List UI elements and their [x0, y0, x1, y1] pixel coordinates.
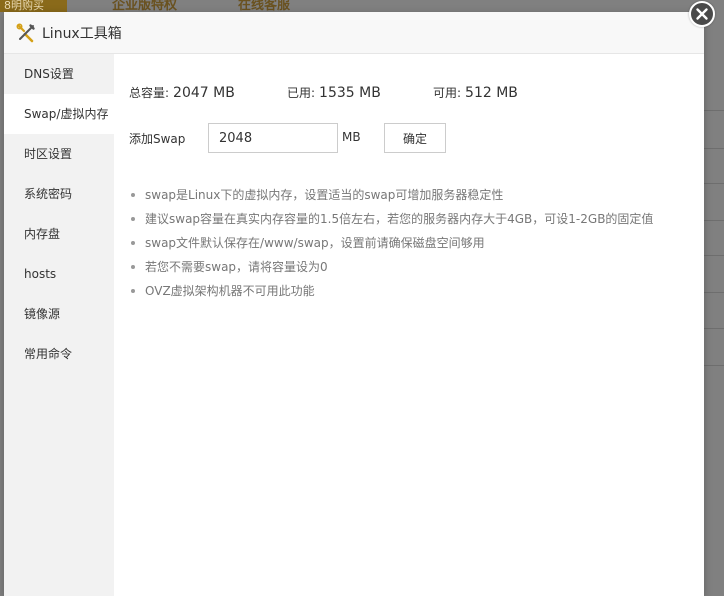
bullet-icon [131, 217, 135, 221]
dialog-header: Linux工具箱 [4, 12, 704, 54]
tip-text: swap文件默认保存在/www/swap，设置前请确保磁盘空间够用 [145, 236, 485, 250]
sidebar-item-hosts[interactable]: hosts [4, 254, 114, 294]
swap-size-input[interactable] [208, 123, 338, 153]
swap-used-label: 已用: [287, 86, 316, 100]
swap-unit-label: MB [342, 130, 361, 144]
sidebar-item-timezone[interactable]: 时区设置 [4, 134, 114, 174]
sidebar-item-mirror-source[interactable]: 镜像源 [4, 294, 114, 334]
sidebar-item-ramdisk[interactable]: 内存盘 [4, 214, 114, 254]
sidebar-item-swap[interactable]: Swap/虚拟内存 [4, 94, 114, 134]
tip-text: 建议swap容量在真实内存容量的1.5倍左右，若您的服务器内存大于4GB，可设1… [145, 212, 654, 226]
swap-total: 总容量: 2047 MB [129, 84, 235, 101]
swap-free-value: 512 MB [465, 85, 518, 101]
tools-icon [16, 22, 36, 43]
bullet-icon [131, 241, 135, 245]
bullet-icon [131, 289, 135, 293]
list-item: swap是Linux下的虚拟内存，设置适当的swap可增加服务器稳定性 [129, 185, 689, 209]
close-icon [696, 8, 708, 20]
swap-total-value: 2047 MB [173, 85, 235, 101]
tip-text: 若您不需要swap，请将容量设为0 [145, 260, 328, 274]
bullet-icon [131, 193, 135, 197]
swap-used-value: 1535 MB [319, 85, 381, 101]
swap-tips-list: swap是Linux下的虚拟内存，设置适当的swap可增加服务器稳定性 建议sw… [129, 185, 689, 305]
swap-free: 可用: 512 MB [433, 84, 518, 101]
add-swap-row: 添加Swap MB 确定 [129, 123, 689, 153]
sidebar-item-dns[interactable]: DNS设置 [4, 54, 114, 94]
swap-free-label: 可用: [433, 86, 462, 100]
swap-total-label: 总容量: [129, 86, 170, 100]
dialog-title: Linux工具箱 [42, 25, 122, 42]
bullet-icon [131, 265, 135, 269]
list-item: 建议swap容量在真实内存容量的1.5倍左右，若您的服务器内存大于4GB，可设1… [129, 209, 689, 233]
list-item: swap文件默认保存在/www/swap，设置前请确保磁盘空间够用 [129, 233, 689, 257]
sidebar-item-system-password[interactable]: 系统密码 [4, 174, 114, 214]
tip-text: swap是Linux下的虚拟内存，设置适当的swap可增加服务器稳定性 [145, 188, 504, 202]
swap-stats: 总容量: 2047 MB 已用: 1535 MB 可用: 512 MB [129, 84, 689, 104]
swap-used: 已用: 1535 MB [287, 84, 381, 101]
sidebar-item-common-commands[interactable]: 常用命令 [4, 334, 114, 374]
confirm-button[interactable]: 确定 [384, 123, 446, 153]
tip-text: OVZ虚拟架构机器不可用此功能 [145, 284, 315, 298]
add-swap-label: 添加Swap [129, 132, 186, 146]
swap-panel: 总容量: 2047 MB 已用: 1535 MB 可用: 512 MB 添加Swap … [114, 54, 704, 596]
linux-toolbox-dialog: Linux工具箱 DNS设置 Swap/虚拟内存 时区设置 系统密码 内存盘 h… [4, 12, 704, 596]
background-badge: 8明购买 [0, 0, 67, 12]
toolbox-sidebar: DNS设置 Swap/虚拟内存 时区设置 系统密码 内存盘 hosts 镜像源 … [4, 54, 114, 596]
close-button[interactable] [689, 1, 715, 27]
list-item: OVZ虚拟架构机器不可用此功能 [129, 281, 689, 305]
list-item: 若您不需要swap，请将容量设为0 [129, 257, 689, 281]
